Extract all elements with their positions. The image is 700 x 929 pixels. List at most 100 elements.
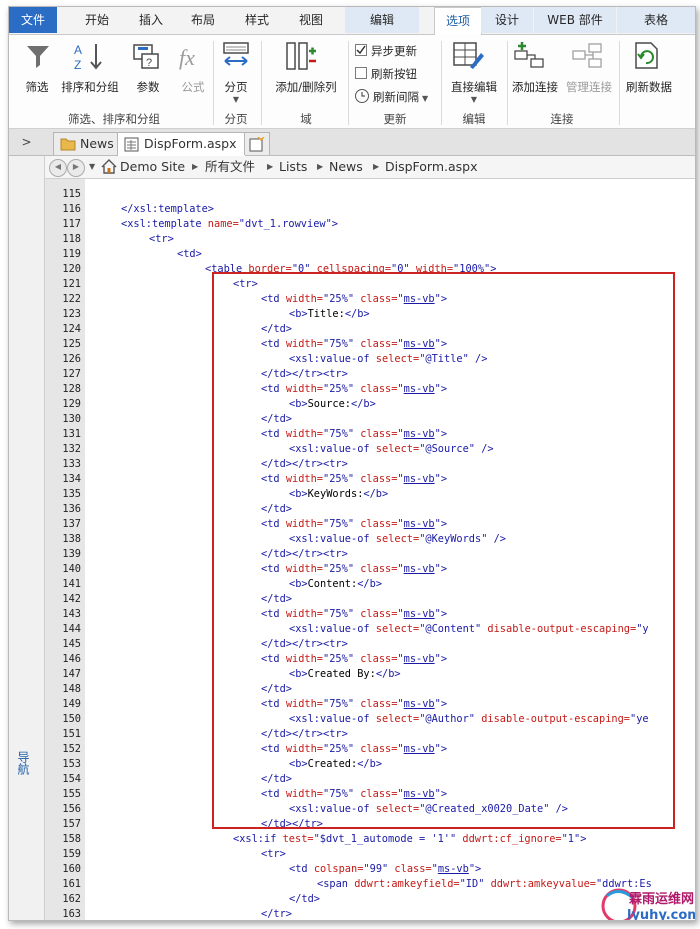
navigation-label[interactable]: 导航 xyxy=(15,751,32,775)
refresh-data-icon xyxy=(635,42,658,69)
chevron-right-icon: ▶ xyxy=(317,162,324,171)
doc-tab-label: DispForm.aspx xyxy=(144,136,237,151)
line-number: 154 xyxy=(62,773,81,785)
doc-tab-dispform[interactable]: DispForm.aspx xyxy=(117,132,246,156)
formula-button[interactable]: 公式 xyxy=(173,79,213,95)
breadcrumb-item[interactable]: News xyxy=(329,156,363,178)
parameters-button[interactable]: 参数 xyxy=(128,79,168,95)
chevron-right-icon: ▶ xyxy=(267,162,274,171)
line-number: 141 xyxy=(62,578,81,590)
line-number: 139 xyxy=(62,548,81,560)
watermark-url: lyuhy.com xyxy=(627,908,696,921)
direct-edit-button[interactable]: 直接编辑 xyxy=(443,79,505,95)
line-number: 163 xyxy=(62,908,81,920)
manage-connections-button[interactable]: 管理连接 xyxy=(563,79,615,95)
breadcrumb-item[interactable]: 所有文件 xyxy=(205,156,255,178)
group-separator xyxy=(261,41,262,125)
folder-icon xyxy=(60,138,76,151)
code-line[interactable]: <xsl:if test="$dvt_1_automode = '1'" ddw… xyxy=(233,832,586,847)
tab-options[interactable]: 选项 xyxy=(434,7,482,36)
code-line[interactable]: <td> xyxy=(177,247,202,262)
code-token: name= xyxy=(207,218,239,230)
document-tab-bar: > News DispForm.aspx xyxy=(9,129,695,156)
code-token: class= xyxy=(394,863,432,875)
line-number: 159 xyxy=(62,848,81,860)
chevron-right-icon: ▶ xyxy=(192,162,199,171)
line-number: 151 xyxy=(62,728,81,740)
refresh-data-button[interactable]: 刷新数据 xyxy=(621,79,677,95)
tab-web-parts[interactable]: WEB 部件 xyxy=(534,7,616,33)
line-number: 152 xyxy=(62,743,81,755)
watermark-logo: 霖雨运维网 lyuhy.com xyxy=(599,882,696,921)
add-connection-icon xyxy=(514,42,544,68)
chevron-down-icon[interactable]: ▼ xyxy=(216,95,256,104)
direct-edit-icon xyxy=(453,42,484,69)
parameters-icon: ? xyxy=(133,44,159,69)
svg-text:A: A xyxy=(74,43,82,57)
line-number-gutter: 115 116 117 118 119 120 121 122 123 124 125 126 127 1… xyxy=(45,179,85,920)
code-token: "99" xyxy=(363,863,395,875)
ribbon: 筛选 A Z 排序和分组 ? 参数 fx 公式 筛选、排序和分组 分页 ▼ 分页… xyxy=(9,35,695,129)
code-line[interactable]: <xsl:template name="dvt_1.rowview"> xyxy=(121,217,338,232)
breadcrumb-item[interactable]: Demo Site xyxy=(120,156,185,178)
line-number: 142 xyxy=(62,593,81,605)
chevron-down-icon[interactable]: ▼ xyxy=(89,156,95,178)
code-line[interactable]: <td colspan="99" class="ms-vb"> xyxy=(289,862,481,877)
code-line[interactable]: </td> xyxy=(289,892,320,907)
add-remove-columns-button[interactable]: 添加/删除列 xyxy=(271,79,341,95)
line-number: 144 xyxy=(62,623,81,635)
group-label-fields: 域 xyxy=(300,112,312,126)
tab-layout[interactable]: 布局 xyxy=(183,7,223,33)
group-separator xyxy=(507,41,508,125)
line-number: 120 xyxy=(62,263,81,275)
line-number: 123 xyxy=(62,308,81,320)
svg-text:Z: Z xyxy=(74,58,81,71)
paging-icon xyxy=(223,42,249,66)
line-number: 143 xyxy=(62,608,81,620)
tab-edit[interactable]: 编辑 xyxy=(345,7,419,33)
async-update-checkbox[interactable]: 异步更新 xyxy=(355,43,417,59)
back-button[interactable]: ◀ xyxy=(49,159,67,177)
chevron-down-icon[interactable]: ▼ xyxy=(443,95,505,104)
checkbox-checked-icon xyxy=(355,44,367,56)
code-token: <span xyxy=(317,878,355,890)
forward-button[interactable]: ▶ xyxy=(67,159,85,177)
line-number: 156 xyxy=(62,803,81,815)
refresh-interval-dropdown[interactable]: 刷新间隔 ▼ xyxy=(355,89,428,105)
breadcrumb-item[interactable]: Lists xyxy=(279,156,307,178)
paging-button[interactable]: 分页 xyxy=(216,79,256,95)
code-line[interactable]: <tr> xyxy=(149,232,174,247)
tab-file[interactable]: 文件 xyxy=(9,7,57,33)
tab-view[interactable]: 视图 xyxy=(291,7,331,33)
new-tab-icon xyxy=(249,137,265,152)
refresh-button-checkbox[interactable]: 刷新按钮 xyxy=(355,66,417,82)
line-number: 161 xyxy=(62,878,81,890)
tab-design[interactable]: 设计 xyxy=(481,7,533,33)
checkbox-unchecked-icon xyxy=(355,67,367,79)
line-number: 147 xyxy=(62,668,81,680)
tab-table[interactable]: 表格 xyxy=(617,7,695,33)
code-line[interactable]: </tr> xyxy=(261,907,292,920)
breadcrumb: ◀ ▶ ▼ Demo Site ▶ 所有文件 ▶ Lists ▶ News ▶ … xyxy=(45,156,695,179)
line-number: 155 xyxy=(62,788,81,800)
code-token: <td xyxy=(289,863,314,875)
svg-text:fx: fx xyxy=(179,45,195,70)
filter-button[interactable]: 筛选 xyxy=(17,79,57,95)
new-tab-button[interactable] xyxy=(244,132,270,155)
tab-insert[interactable]: 插入 xyxy=(131,7,171,33)
group-label-paging: 分页 xyxy=(224,112,248,126)
group-label-filter-sort: 筛选、排序和分组 xyxy=(68,112,160,126)
tab-home[interactable]: 开始 xyxy=(77,7,117,33)
expand-nav-icon[interactable]: > xyxy=(9,129,44,155)
code-line[interactable]: <tr> xyxy=(261,847,286,862)
tab-style[interactable]: 样式 xyxy=(237,7,277,33)
left-navigation-pane[interactable]: 导航 xyxy=(9,156,45,920)
add-connection-button[interactable]: 添加连接 xyxy=(509,79,561,95)
code-line[interactable]: </xsl:template> xyxy=(121,202,214,217)
sort-group-button[interactable]: 排序和分组 xyxy=(57,79,123,95)
line-number: 153 xyxy=(62,758,81,770)
line-number: 126 xyxy=(62,353,81,365)
group-label-connections: 连接 xyxy=(550,112,574,126)
breadcrumb-item[interactable]: DispForm.aspx xyxy=(385,156,478,178)
doc-tab-news[interactable]: News xyxy=(53,132,123,155)
